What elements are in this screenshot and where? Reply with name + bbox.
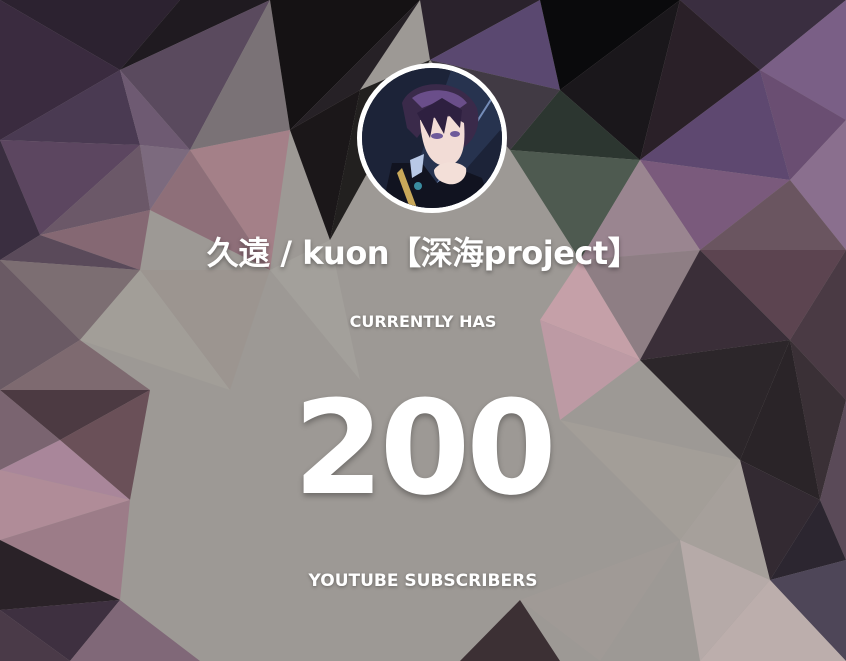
subscriber-counter-page: 久遠 / kuon【深海project】 CURRENTLY HAS 200 Y… — [0, 0, 846, 661]
subscriber-count: 200 — [293, 372, 556, 524]
subscribers-label: YOUTUBE SUBSCRIBERS — [308, 571, 538, 591]
channel-name: 久遠 / kuon【深海project】 — [206, 234, 640, 272]
channel-avatar-icon — [362, 68, 502, 208]
channel-avatar[interactable] — [357, 63, 507, 213]
currently-has-label: CURRENTLY HAS — [349, 312, 497, 331]
